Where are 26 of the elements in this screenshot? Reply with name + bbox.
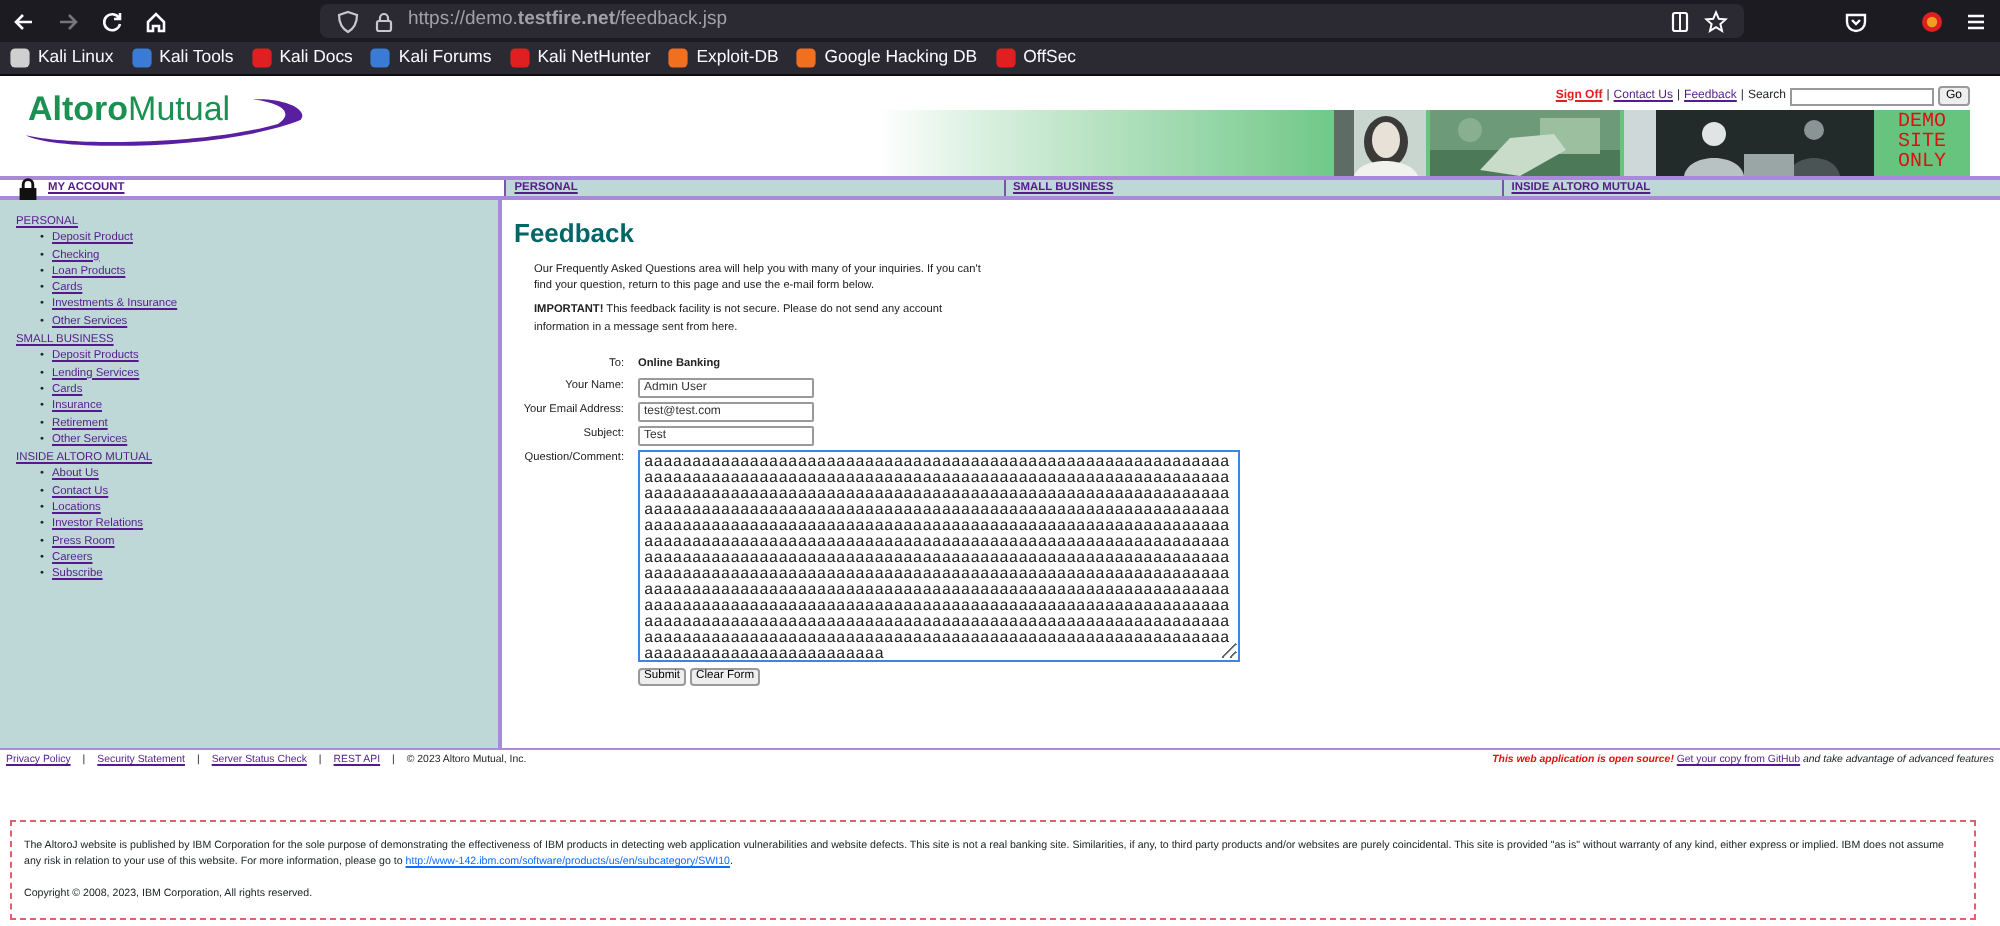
star-icon[interactable] — [1704, 9, 1728, 33]
search-field[interactable] — [1789, 87, 1934, 105]
comment-field[interactable]: aaaaaaaaaaaaaaaaaaaaaaaaaaaaaaaaaaaaaaaaaaaaaaaaaaaaaaaaaaaaaaaaaaaaaaaaaaaaaaaaaaaaaaaaaaaaaaaaaaaaaaaaaaaaaaaaaaaaaaaaaaaaaaaaaaaaaaaaaaaaaaaaaaaaaaaaaaaaaaaaaaaaaaaaaaaaaaaaaaaaaaaaaaaaaaaaaaaaaaaaaaaaaaaaaaaaaaaaaaaaaaaaaaaaaaaaaaaaaaaaaaaaaaaaaaaaaaaaaaaaaaaaaaaaaaaaaaaaaaaaaaaaaaaaaaaaaaaaaaaaaaaaaaaaaaaaaaaaaaaaaaaaaaaaaaaaaaaaaaaaaaaaaaaaaaaaaaaaaaaaaaaaaaaaaaaaaaaaaaaaaaaaaaaaaaaaaaaaaaaaaaaaaaaaaaaaaaaaaaaaaaaaaaaaaaaaaaaaaaaaaaaaaaaaaaaaaaaaaaaaaaaaaaaaaaaaaaaaaaaaaaaaaaaaaaaaaaaaaaaaaaaaaaaaaaaaaaaaaaaaaaaaaaaaaaaaaaaaaaaaaaaaaaaaaaaaaaaaaaaaaaaaaaaaaaaaaaaaaaaaaaaaaaaaaaaaaaaaaaaaaaaaaaaaaaaaaaaaaaaaaaaaaaaaaaaaaaaaaaaaaaaaaaaaaaaaaaaaaaaaaaaaaaaaaaaaaaaaaaaaaaaaaaaaaaaaaaaaaaaaaaaaaaaaaaaaaaaaaaaaaaaaaaaaaaaaaaaaaaaaaaaaaaaaaaaaaaaaa — [638, 449, 1240, 662]
shield-icon — [336, 9, 360, 33]
bookmark[interactable]: Kali Tools — [129, 44, 234, 72]
bookmark[interactable]: Exploit-DB — [666, 44, 779, 72]
bookmark[interactable]: OffSec — [993, 44, 1076, 72]
demo-site-label: DEMO SITE ONLY — [1895, 110, 1948, 176]
lock-icon — [372, 9, 396, 33]
bookmark[interactable]: Kali NetHunter — [507, 44, 651, 72]
bookmark[interactable]: Kali Linux — [8, 44, 114, 72]
bookmark[interactable]: Kali Forums — [368, 44, 492, 72]
reload-icon[interactable] — [100, 9, 124, 33]
back-icon[interactable] — [12, 9, 36, 33]
menu-icon[interactable] — [1964, 9, 1988, 33]
lock-icon — [16, 176, 40, 200]
extension-icon[interactable] — [1920, 9, 1944, 33]
bookmark[interactable]: Google Hacking DB — [794, 44, 978, 72]
bookmark[interactable]: Kali Docs — [249, 44, 353, 72]
url-text: https://demo.testfire.net/feedback.jsp — [408, 6, 727, 35]
reader-icon[interactable] — [1668, 9, 1692, 33]
pocket-icon[interactable] — [1844, 9, 1868, 33]
home-icon[interactable] — [144, 9, 168, 33]
address-bar[interactable]: https://demo.testfire.net/feedback.jsp — [320, 4, 1744, 38]
logo[interactable]: AltoroMutual — [28, 92, 320, 126]
page-title: Feedback — [514, 218, 636, 250]
